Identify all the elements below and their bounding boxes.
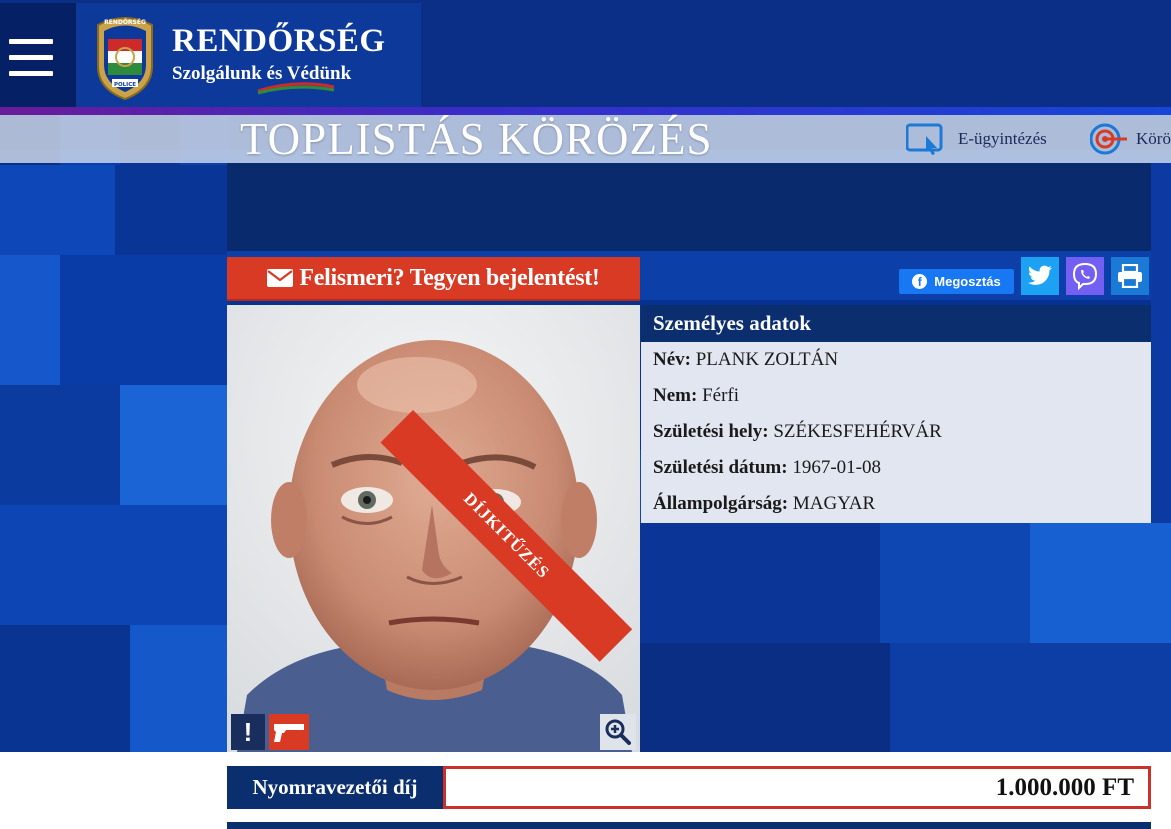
zoom-in-icon bbox=[605, 719, 631, 745]
field-value: 1967-01-08 bbox=[792, 457, 881, 478]
suspect-photo[interactable]: DÍJKITŰZÉS bbox=[227, 305, 640, 752]
envelope-icon bbox=[267, 269, 294, 287]
menu-button[interactable] bbox=[0, 3, 76, 108]
korozes-label: Körö bbox=[1136, 129, 1171, 148]
row-gender: Nem: Férfi bbox=[653, 378, 1139, 414]
row-birthdate: Születési dátum: 1967-01-08 bbox=[653, 450, 1139, 486]
row-name: Név: PLANK ZOLTÁN bbox=[653, 342, 1139, 378]
weapon-icon[interactable] bbox=[269, 714, 309, 750]
personal-data-list: Név: PLANK ZOLTÁN Nem: Férfi Születési h… bbox=[641, 342, 1151, 523]
reward-value: 1.000.000 FT bbox=[995, 774, 1134, 801]
suspect-portrait-image bbox=[227, 305, 640, 752]
flag-swoosh-icon bbox=[257, 82, 335, 95]
twitter-button[interactable] bbox=[1021, 257, 1059, 295]
reward-value-box: 1.000.000 FT bbox=[443, 766, 1151, 809]
badge-bottom-text: POLICE bbox=[114, 82, 136, 88]
tablet-touch-icon bbox=[906, 123, 943, 155]
hamburger-line bbox=[9, 39, 53, 44]
police-badge-icon: RENDŐRSÉG POLICE bbox=[97, 17, 153, 101]
e-ugyintezes-link[interactable]: E-ügyintézés bbox=[906, 122, 1047, 156]
target-icon bbox=[1090, 123, 1127, 155]
content-band bbox=[227, 163, 1151, 251]
field-value: SZÉKESFEHÉRVÁR bbox=[773, 421, 942, 442]
viber-button[interactable] bbox=[1066, 257, 1104, 295]
facebook-share-button[interactable]: f Megosztás bbox=[899, 269, 1014, 294]
brand-title: RENDŐRSÉG bbox=[172, 23, 386, 59]
e-ugyintezes-label: E-ügyintézés bbox=[958, 129, 1047, 148]
zoom-button[interactable] bbox=[600, 714, 636, 750]
site-header: RENDŐRSÉG POLICE RENDŐRSÉG Szolgálunk és… bbox=[0, 0, 1171, 108]
site-logo[interactable]: RENDŐRSÉG POLICE RENDŐRSÉG Szolgálunk és… bbox=[76, 3, 421, 108]
field-value: PLANK ZOLTÁN bbox=[695, 349, 839, 370]
viber-icon bbox=[1072, 262, 1098, 291]
reward-label: Nyomravezetői díj bbox=[227, 766, 443, 809]
field-label: Nem: bbox=[653, 385, 698, 406]
field-label: Állampolgárság: bbox=[653, 493, 789, 514]
printer-icon bbox=[1118, 264, 1142, 288]
warning-icon[interactable]: ! bbox=[231, 714, 265, 750]
hamburger-line bbox=[9, 71, 53, 76]
reward-box: Nyomravezetői díj 1.000.000 FT bbox=[227, 766, 1151, 809]
personal-data-panel: Személyes adatok Név: PLANK ZOLTÁN Nem: … bbox=[641, 305, 1151, 523]
bottom-divider bbox=[227, 822, 1151, 829]
page-title: TOPLISTÁS KÖRÖZÉS bbox=[240, 114, 713, 164]
badge-top-text: RENDŐRSÉG bbox=[104, 18, 146, 26]
field-value: MAGYAR bbox=[792, 493, 876, 514]
row-citizenship: Állampolgárság: MAGYAR bbox=[653, 486, 1139, 522]
print-button[interactable] bbox=[1111, 257, 1149, 295]
personal-data-heading: Személyes adatok bbox=[641, 305, 1151, 342]
facebook-icon: f bbox=[912, 274, 928, 289]
pistol-icon bbox=[274, 724, 304, 742]
report-button[interactable]: Felismeri? Tegyen bejelentést! bbox=[227, 257, 640, 299]
hamburger-line bbox=[9, 55, 53, 60]
field-label: Név: bbox=[653, 349, 691, 370]
report-button-label: Felismeri? Tegyen bejelentést! bbox=[299, 264, 600, 291]
twitter-icon bbox=[1028, 265, 1052, 285]
row-birthplace: Születési hely: SZÉKESFEHÉRVÁR bbox=[653, 414, 1139, 450]
field-label: Születési dátum: bbox=[653, 457, 788, 478]
share-label: Megosztás bbox=[934, 274, 1001, 289]
korozes-link[interactable]: Körö bbox=[1090, 122, 1171, 156]
field-value: Férfi bbox=[702, 385, 739, 406]
field-label: Születési hely: bbox=[653, 421, 769, 442]
